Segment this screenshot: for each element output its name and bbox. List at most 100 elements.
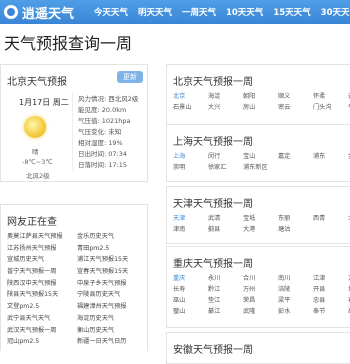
city-link[interactable]: 荣昌	[243, 295, 278, 306]
search-link[interactable]: 青田pm2.5	[77, 243, 147, 255]
city-link[interactable]: 宝山	[243, 151, 278, 162]
city-box-chongqing: 重庆天气预报一周 重庆永川合川南川江津万盛长寿黔江万州涪陵开县城口巫山垫江荣昌梁…	[166, 246, 350, 328]
site-name: 逍遥天气	[22, 6, 75, 22]
nav-today[interactable]: 今天天气	[94, 6, 128, 18]
city-link[interactable]: 西青	[313, 213, 348, 224]
city-link[interactable]: 合川	[243, 273, 278, 284]
city-link[interactable]: 浦东新区	[243, 162, 278, 173]
city-link[interactable]: 东丽	[278, 213, 313, 224]
city-link[interactable]: 巫山	[173, 295, 208, 306]
city-link[interactable]: 垫江	[208, 295, 243, 306]
search-link[interactable]: 武汉天气预报一周	[7, 325, 77, 337]
search-link[interactable]: 文登pm2.5	[7, 301, 77, 313]
city-link[interactable]: 涪陵	[278, 284, 313, 295]
weather-details: 风力情况: 西北风2级 能见度: 20.0km 气压值: 1021hpa 气压变…	[78, 94, 144, 171]
popular-searches-panel: 网友正在查 奥莫江萨县天气预报 金乐历史天气 江苏扬州天气预报 青田pm2.5 宣城历史…	[0, 204, 148, 351]
city-links: 重庆永川合川南川江津万盛长寿黔江万州涪陵开县城口巫山垫江荣昌梁平忠县石柱璧山綦江…	[173, 273, 350, 317]
search-link[interactable]: 武宁县天气天气	[7, 313, 77, 325]
city-box-title: 天津天气预报一周	[173, 199, 253, 210]
divider	[72, 92, 73, 170]
city-link[interactable]: 奉节	[313, 306, 348, 317]
city-link[interactable]: 徐家汇	[208, 162, 243, 173]
city-link[interactable]: 万州	[243, 284, 278, 295]
update-button[interactable]: 更新	[117, 71, 143, 83]
city-link[interactable]: 浦东	[313, 151, 348, 162]
city-link[interactable]: 密云	[278, 102, 313, 113]
search-link[interactable]: 奥莫江萨县天气预报	[7, 231, 77, 243]
nav-week[interactable]: 一周天气	[182, 6, 216, 18]
city-link[interactable]: 大兴	[208, 102, 243, 113]
search-link[interactable]: 宁陵县历史天气	[77, 289, 147, 301]
city-row: 北京海淀朝阳顺义怀柔通州	[173, 91, 350, 102]
city-link[interactable]: 房山	[243, 102, 278, 113]
search-link[interactable]: 海淀历史天气	[77, 313, 147, 325]
city-link[interactable]: 黔江	[208, 284, 243, 295]
city-link[interactable]: 南川	[278, 273, 313, 284]
nav-10day[interactable]: 10天天气	[226, 6, 263, 18]
city-link[interactable]: 长寿	[173, 284, 208, 295]
search-link[interactable]: 宣城历史天气	[7, 254, 77, 266]
city-link[interactable]: 北京	[173, 91, 208, 102]
city-link[interactable]: 嘉定	[278, 151, 313, 162]
city-link[interactable]: 璧山	[173, 306, 208, 317]
city-row: 上海闵行宝山嘉定浦东金山	[173, 151, 350, 162]
city-link[interactable]: 忠县	[313, 295, 348, 306]
city-links: 北京海淀朝阳顺义怀柔通州石景山大兴房山密云门头沟平谷	[173, 91, 350, 113]
city-link[interactable]: 大港	[243, 224, 278, 235]
search-link[interactable]: 江苏扬州天气预报	[7, 243, 77, 255]
city-box-shanghai: 上海天气预报一周 上海闵行宝山嘉定浦东金山崇明徐家汇浦东新区	[166, 124, 350, 182]
site-logo[interactable]: 逍遥天气	[4, 3, 84, 22]
city-link[interactable]: 天津	[173, 213, 208, 224]
city-link	[313, 224, 348, 235]
city-link[interactable]: 石景山	[173, 102, 208, 113]
detail-pressure: 气压值: 1021hpa	[78, 117, 131, 125]
city-link	[313, 162, 348, 173]
list-item: 江苏扬州天气预报 青田pm2.5	[7, 243, 147, 255]
city-link[interactable]: 蓟县	[208, 224, 243, 235]
search-link[interactable]: 新疆一日天气日历	[77, 336, 147, 348]
city-link[interactable]: 武清	[208, 213, 243, 224]
search-link[interactable]: 冠山pm2.5	[7, 336, 77, 348]
city-link[interactable]: 怀柔	[313, 91, 348, 102]
list-item: 冠山pm2.5 新疆一日天气日历	[7, 336, 147, 348]
sunny-icon	[24, 116, 46, 138]
city-link[interactable]: 海淀	[208, 91, 243, 102]
search-link[interactable]: 陕县天气预报15天	[7, 289, 77, 301]
city-link[interactable]: 永川	[208, 273, 243, 284]
city-link[interactable]: 江津	[313, 273, 348, 284]
city-link[interactable]: 武隆	[243, 306, 278, 317]
city-link[interactable]: 梁平	[278, 295, 313, 306]
city-box-title: 北京天气预报一周	[173, 77, 253, 88]
list-item: 宣城历史天气 浦江天气预报15天	[7, 254, 147, 266]
search-link[interactable]: 普宁天气预报一周	[7, 266, 77, 278]
city-link[interactable]: 宝坻	[243, 213, 278, 224]
city-link	[278, 162, 313, 173]
search-link[interactable]: 金乐历史天气	[77, 231, 147, 243]
weather-condition: 晴	[32, 148, 39, 156]
city-row: 重庆永川合川南川江津万盛	[173, 273, 350, 284]
search-link[interactable]: 浦江天气预报15天	[77, 254, 147, 266]
city-link[interactable]: 门头沟	[313, 102, 348, 113]
search-link[interactable]: 中泉子乡天气预报	[77, 278, 147, 290]
nav-15day[interactable]: 15天天气	[273, 6, 310, 18]
city-link[interactable]: 开县	[313, 284, 348, 295]
city-link[interactable]: 闵行	[208, 151, 243, 162]
nav-tomorrow[interactable]: 明天天气	[138, 6, 172, 18]
city-link[interactable]: 重庆	[173, 273, 208, 284]
city-link[interactable]: 朝阳	[243, 91, 278, 102]
city-link[interactable]: 塘沽	[278, 224, 313, 235]
search-link[interactable]: 衡山历史天气	[77, 325, 147, 337]
city-links: 天津武清宝坻东丽西青北辰津南蓟县大港塘沽	[173, 213, 350, 235]
search-link[interactable]: 福建漳州天气预报	[77, 301, 147, 313]
search-link[interactable]: 宣春天气预报15天	[77, 266, 147, 278]
search-link[interactable]: 陕西汉中天气预报	[7, 278, 77, 290]
city-row: 石景山大兴房山密云门头沟平谷	[173, 102, 350, 113]
list-item: 陕县天气预报15天 宁陵县历史天气	[7, 289, 147, 301]
city-link[interactable]: 崇明	[173, 162, 208, 173]
city-link[interactable]: 上海	[173, 151, 208, 162]
city-link[interactable]: 津南	[173, 224, 208, 235]
city-link[interactable]: 彭水	[278, 306, 313, 317]
city-link[interactable]: 綦江	[208, 306, 243, 317]
nav-30day[interactable]: 30天天气	[321, 6, 350, 18]
city-link[interactable]: 顺义	[278, 91, 313, 102]
